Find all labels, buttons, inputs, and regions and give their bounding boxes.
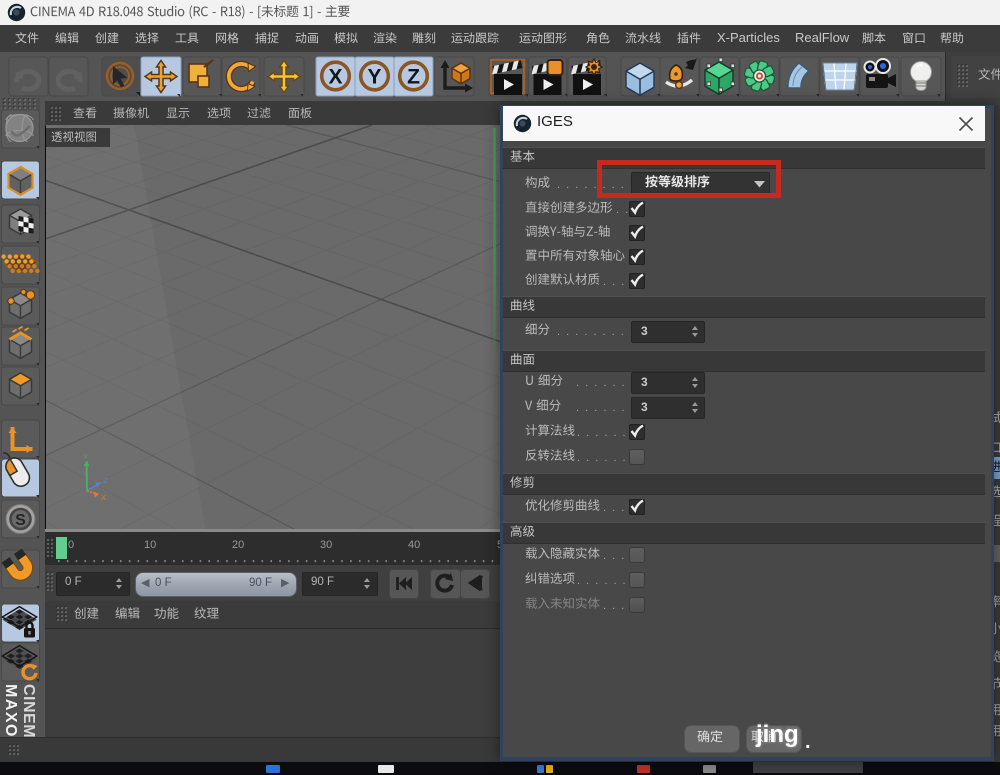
svg-text:X: X: [328, 66, 342, 89]
svg-text:S: S: [15, 512, 26, 529]
svg-text:Y: Y: [83, 452, 88, 461]
svg-text:Y: Y: [367, 66, 381, 89]
svg-text:Z: Z: [407, 66, 420, 89]
svg-text:Z: Z: [103, 476, 108, 485]
svg-text:X: X: [101, 493, 106, 502]
